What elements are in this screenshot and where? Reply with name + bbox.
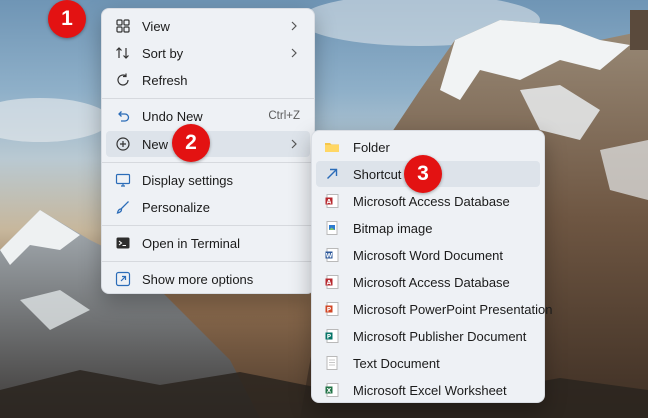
menu-item-sort-by[interactable]: Sort by (106, 40, 310, 66)
bitmap-icon (323, 219, 341, 237)
svg-text:A: A (327, 198, 332, 205)
svg-text:X: X (327, 387, 332, 394)
submenu-item-text-document[interactable]: Text Document (316, 350, 540, 376)
menu-item-label: Personalize (142, 199, 210, 215)
submenu-item-word-document[interactable]: W Microsoft Word Document (316, 242, 540, 268)
text-document-icon (323, 354, 341, 372)
display-icon (114, 171, 132, 189)
submenu-item-label: Microsoft Access Database (353, 193, 510, 209)
svg-text:P: P (327, 333, 332, 340)
submenu-item-label: Microsoft PowerPoint Presentation (353, 301, 553, 317)
menu-item-display-settings[interactable]: Display settings (106, 167, 310, 193)
word-icon: W (323, 246, 341, 264)
brush-icon (114, 198, 132, 216)
chevron-right-icon (291, 21, 297, 31)
excel-icon: X (323, 381, 341, 399)
menu-item-view[interactable]: View (106, 13, 310, 39)
menu-item-open-in-terminal[interactable]: Open in Terminal (106, 230, 310, 256)
refresh-icon (114, 71, 132, 89)
submenu-item-label: Folder (353, 139, 390, 155)
submenu-item-publisher-document[interactable]: P Microsoft Publisher Document (316, 323, 540, 349)
more-options-icon (114, 270, 132, 288)
view-grid-icon (114, 17, 132, 35)
svg-text:P: P (327, 306, 332, 313)
menu-item-refresh[interactable]: Refresh (106, 67, 310, 93)
submenu-item-access-database[interactable]: A Microsoft Access Database (316, 269, 540, 295)
publisher-icon: P (323, 327, 341, 345)
submenu-item-powerpoint-presentation[interactable]: P Microsoft PowerPoint Presentation (316, 296, 552, 322)
step-badge-1: 1 (48, 0, 86, 38)
menu-item-undo-new[interactable]: Undo New Ctrl+Z (106, 103, 310, 129)
menu-item-label: Undo New (142, 108, 203, 124)
submenu-item-label: Microsoft Publisher Document (353, 328, 527, 344)
shortcut-label: Ctrl+Z (268, 110, 300, 122)
submenu-item-bitmap-image[interactable]: Bitmap image (316, 215, 540, 241)
svg-text:W: W (326, 252, 333, 259)
submenu-item-label: Microsoft Word Document (353, 247, 504, 263)
submenu-item-excel-worksheet[interactable]: X Microsoft Excel Worksheet (316, 377, 540, 403)
menu-item-label: Open in Terminal (142, 235, 241, 251)
sort-icon (114, 44, 132, 62)
menu-separator (102, 261, 314, 262)
submenu-item-label: Bitmap image (353, 220, 433, 236)
step-badge-3: 3 (404, 155, 442, 193)
powerpoint-icon: P (323, 300, 341, 318)
submenu-item-label: Microsoft Access Database (353, 274, 510, 290)
shortcut-icon (323, 165, 341, 183)
svg-text:A: A (327, 279, 332, 286)
terminal-icon (114, 234, 132, 252)
menu-separator (102, 98, 314, 99)
undo-icon (114, 107, 132, 125)
new-plus-icon (114, 135, 132, 153)
menu-item-label: New (142, 136, 169, 152)
menu-item-personalize[interactable]: Personalize (106, 194, 310, 220)
folder-icon (323, 138, 341, 156)
menu-item-label: Sort by (142, 45, 184, 61)
chevron-right-icon (291, 139, 297, 149)
menu-separator (102, 162, 314, 163)
submenu-item-label: Shortcut (353, 166, 402, 182)
menu-item-label: View (142, 18, 170, 34)
menu-separator (102, 225, 314, 226)
submenu-item-label: Text Document (353, 355, 440, 371)
menu-item-label: Show more options (142, 271, 254, 287)
menu-item-label: Display settings (142, 172, 234, 188)
menu-item-label: Refresh (142, 72, 188, 88)
access-icon: A (323, 192, 341, 210)
submenu-item-label: Microsoft Excel Worksheet (353, 382, 507, 398)
step-badge-2: 2 (172, 124, 210, 162)
access-icon: A (323, 273, 341, 291)
chevron-right-icon (291, 48, 297, 58)
menu-item-show-more-options[interactable]: Show more options (106, 266, 310, 292)
